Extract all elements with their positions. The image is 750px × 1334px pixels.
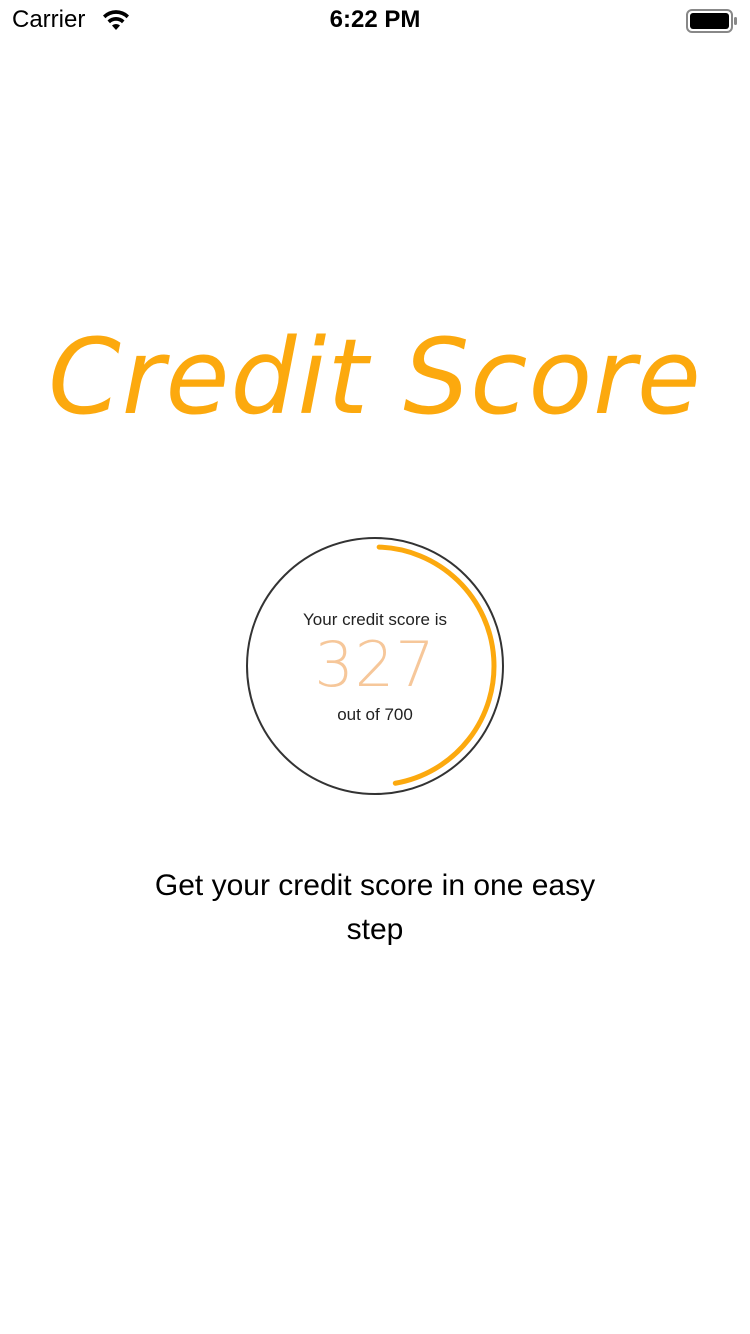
credit-score-value: 327 bbox=[314, 628, 436, 701]
battery-icon bbox=[686, 9, 737, 33]
status-time: 6:22 PM bbox=[329, 6, 421, 33]
credit-score-max: out of 700 bbox=[337, 705, 413, 724]
status-bar: Carrier 6:22 PM bbox=[0, 0, 750, 40]
credit-score-gauge: Your credit score is 327 out of 700 bbox=[244, 535, 506, 797]
tagline: Get your credit score in one easy step bbox=[154, 869, 596, 946]
app-title: Credit Score bbox=[48, 316, 702, 438]
